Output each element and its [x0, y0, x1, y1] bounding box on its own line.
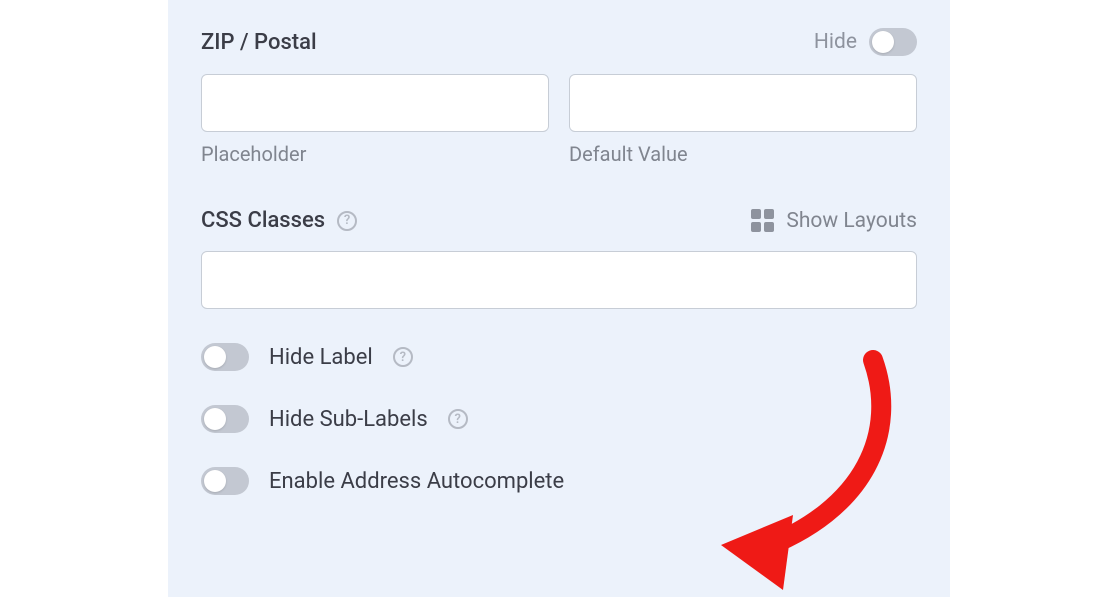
help-icon[interactable]: ? [337, 211, 357, 231]
help-icon[interactable]: ? [448, 409, 468, 429]
toggle-knob [204, 470, 226, 492]
default-value-sublabel: Default Value [569, 142, 917, 166]
grid-icon [751, 209, 774, 232]
hide-label-text: Hide Label [269, 345, 373, 370]
enable-autocomplete-row: Enable Address Autocomplete [201, 467, 917, 495]
field-settings-panel: ZIP / Postal Hide Placeholder Default Va… [168, 0, 950, 597]
enable-autocomplete-text: Enable Address Autocomplete [269, 469, 564, 494]
zip-section-title: ZIP / Postal [201, 30, 317, 55]
hide-label-toggle[interactable] [201, 343, 249, 371]
zip-header-row: ZIP / Postal Hide [201, 28, 917, 56]
toggle-knob [204, 346, 226, 368]
hide-toggle-label: Hide [814, 30, 857, 54]
placeholder-sublabel: Placeholder [201, 142, 549, 166]
hide-sublabels-toggle[interactable] [201, 405, 249, 433]
toggle-knob [872, 31, 894, 53]
placeholder-col: Placeholder [201, 74, 549, 166]
zip-inputs-row: Placeholder Default Value [201, 74, 917, 166]
hide-sublabels-row: Hide Sub-Labels ? [201, 405, 917, 433]
hide-sublabels-text: Hide Sub-Labels [269, 407, 428, 432]
css-classes-input[interactable] [201, 251, 917, 309]
default-value-col: Default Value [569, 74, 917, 166]
css-section-title: CSS Classes [201, 208, 325, 233]
show-layouts-label: Show Layouts [786, 209, 917, 233]
css-header-row: CSS Classes ? Show Layouts [201, 208, 917, 233]
css-title-group: CSS Classes ? [201, 208, 357, 233]
placeholder-input[interactable] [201, 74, 549, 132]
toggle-knob [204, 408, 226, 430]
enable-autocomplete-toggle[interactable] [201, 467, 249, 495]
hide-label-row: Hide Label ? [201, 343, 917, 371]
help-icon[interactable]: ? [393, 347, 413, 367]
hide-zip-group: Hide [814, 28, 917, 56]
default-value-input[interactable] [569, 74, 917, 132]
hide-zip-toggle[interactable] [869, 28, 917, 56]
show-layouts-button[interactable]: Show Layouts [751, 209, 917, 233]
